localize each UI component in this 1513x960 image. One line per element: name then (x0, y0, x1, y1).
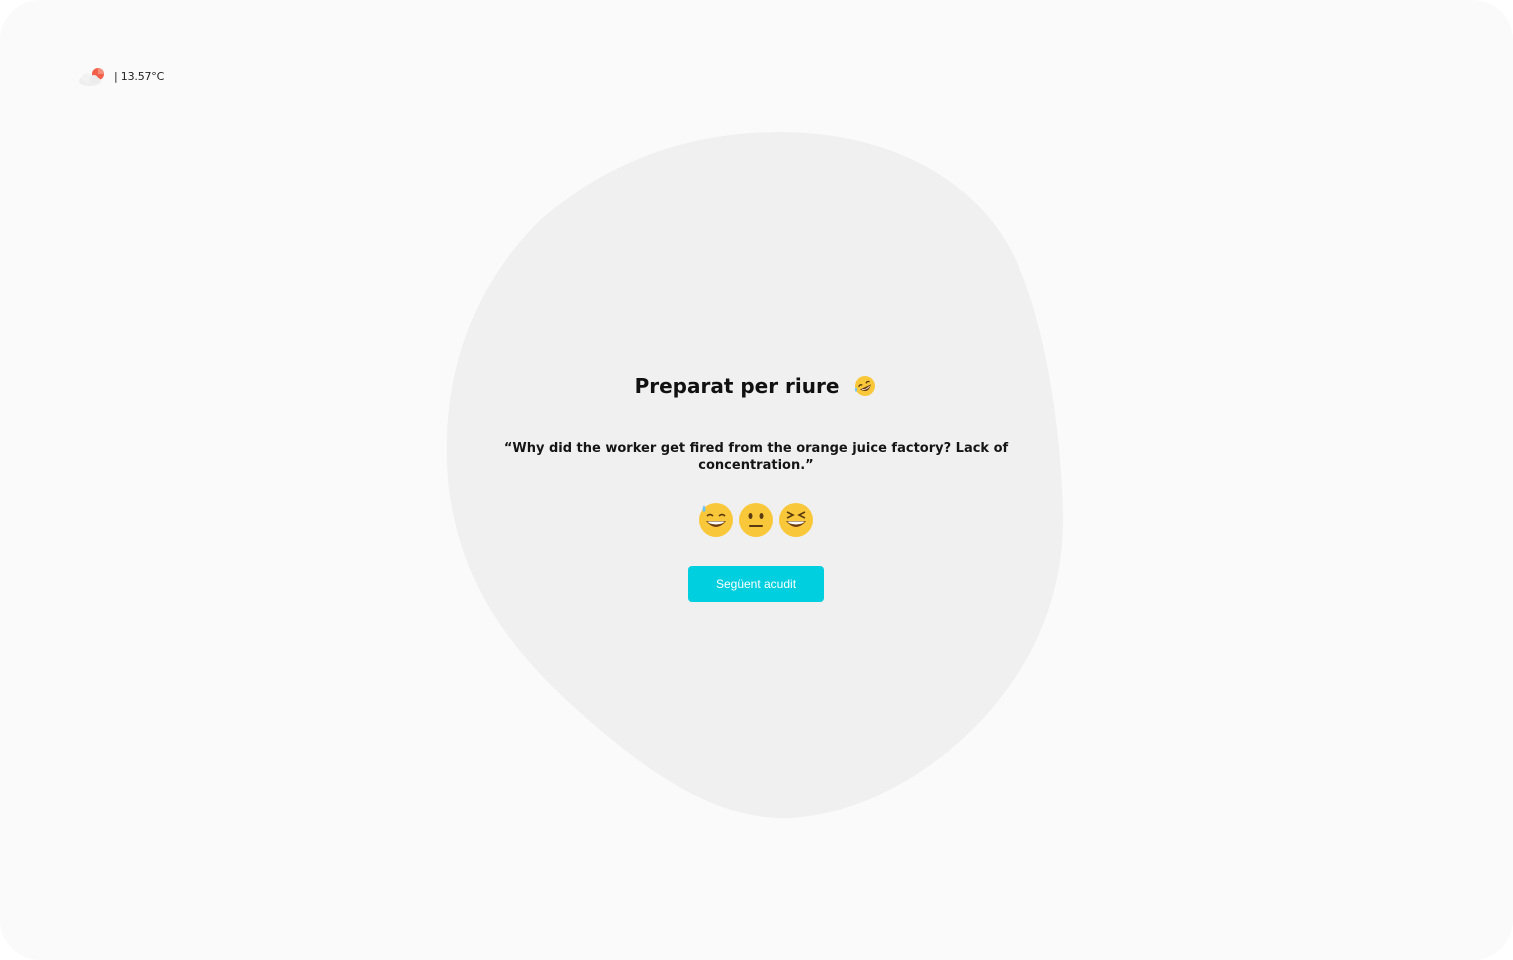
cloud-sun-icon (79, 68, 104, 86)
grinning-sweat-emoji-icon[interactable] (698, 502, 734, 538)
joke-text: “Why did the worker get fired from the o… (503, 441, 1009, 473)
next-joke-button[interactable]: Següent acudit (688, 566, 824, 602)
joke-card: Preparat per riure “Why did the worker g… (456, 360, 1056, 602)
neutral-face-emoji-icon[interactable] (738, 502, 774, 538)
squinting-laughing-emoji-icon[interactable] (778, 502, 814, 538)
temperature-label: | 13.57°C (114, 69, 165, 83)
weather-widget: | 13.57°C (76, 64, 164, 88)
rolling-laughing-emoji-icon (855, 376, 876, 396)
page-title: Preparat per riure (634, 374, 840, 398)
title-row: Preparat per riure (456, 360, 1056, 412)
reaction-bar (456, 502, 1056, 538)
app-window: | 13.57°C Preparat per riure “Why did th… (0, 0, 1513, 960)
